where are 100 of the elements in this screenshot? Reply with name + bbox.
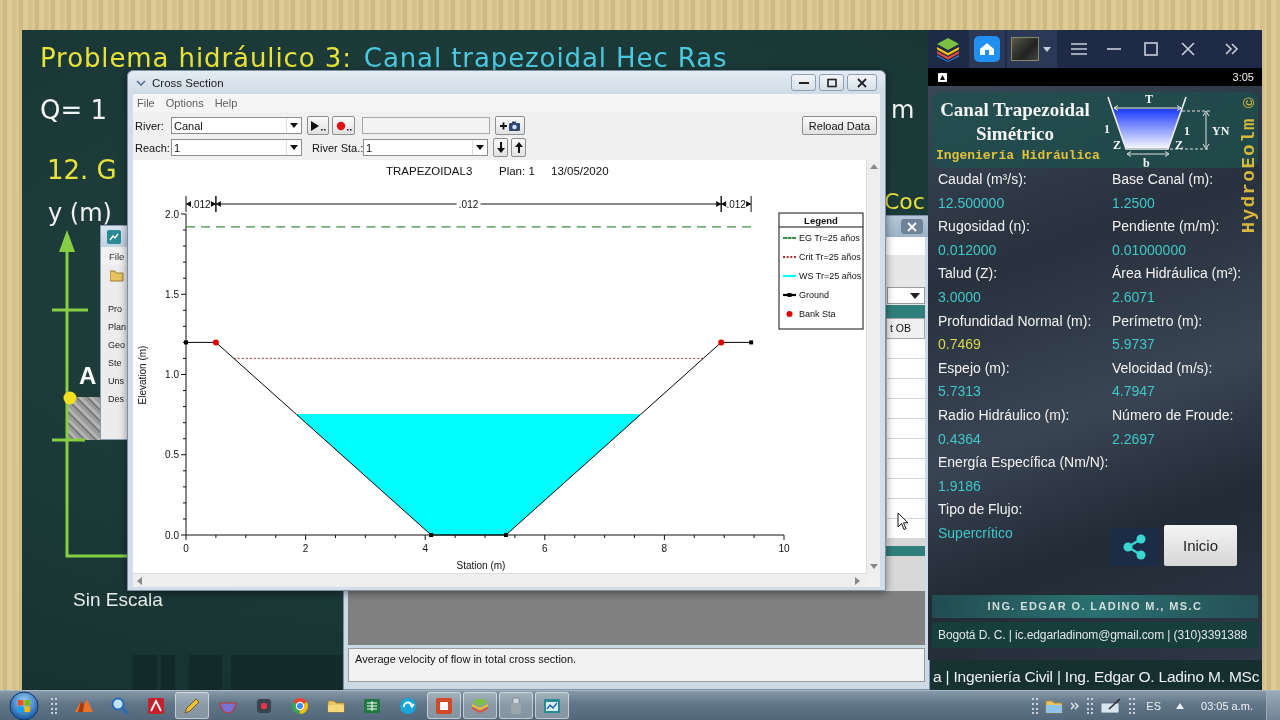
slide-title-lead: Problema hidráulico 3: bbox=[40, 42, 352, 74]
double-chevron-icon[interactable] bbox=[1070, 701, 1081, 710]
axis-label: y (m) bbox=[48, 198, 112, 228]
field-value: 0.01000000 bbox=[1112, 240, 1186, 260]
slide-text: Coc bbox=[884, 188, 925, 216]
plan-label: Plan: 1 bbox=[499, 165, 535, 177]
table-cell bbox=[886, 379, 925, 399]
field-label: Talud (Z): bbox=[938, 264, 998, 284]
legend-label: Crit Tr=25 años bbox=[799, 252, 861, 263]
brand-name: HydroEolm bbox=[1238, 117, 1260, 234]
copyright-mark: © bbox=[1240, 94, 1258, 111]
decor-bar bbox=[189, 655, 222, 690]
taskbar-button[interactable] bbox=[463, 692, 497, 719]
menu-item[interactable]: File bbox=[109, 250, 125, 262]
decor-bar bbox=[161, 655, 175, 690]
ground-point bbox=[749, 340, 754, 345]
chevron-icon[interactable] bbox=[136, 79, 146, 86]
dropdown-arrow-icon bbox=[910, 292, 920, 299]
taskbar-button[interactable] bbox=[427, 692, 461, 719]
horizontal-scrollbar[interactable] bbox=[133, 573, 866, 587]
app-tab[interactable] bbox=[1007, 30, 1057, 68]
close-icon bbox=[907, 221, 917, 232]
previous-station-button[interactable] bbox=[511, 138, 526, 157]
table-cell bbox=[886, 359, 925, 379]
river-station-dropdown[interactable]: 1 bbox=[363, 139, 488, 156]
legend-line-icon bbox=[783, 236, 796, 240]
field-label: Rugosidad (n): bbox=[938, 217, 1030, 237]
scroll-right-icon[interactable] bbox=[855, 576, 860, 585]
status-text: Average velocity of flow in total cross section. bbox=[355, 653, 577, 665]
table-cell bbox=[886, 419, 925, 439]
magnifier-icon bbox=[110, 695, 130, 716]
legend-label: EG Tr=25 años bbox=[799, 233, 860, 244]
scroll-left-icon[interactable] bbox=[137, 576, 142, 585]
text-field[interactable] bbox=[362, 117, 490, 134]
field-label: Profundidad Normal (m): bbox=[938, 311, 1092, 331]
field-value: 0.4364 bbox=[938, 429, 981, 449]
taskbar-button[interactable] bbox=[535, 692, 569, 719]
play-button[interactable] bbox=[307, 116, 329, 135]
dropdown-arrow-icon bbox=[476, 145, 484, 150]
author-name: ING. EDGAR O. LADINO M., MS.C bbox=[987, 600, 1203, 612]
home-button[interactable]: Inicio bbox=[1164, 525, 1237, 567]
date-label: 13/05/2020 bbox=[551, 165, 609, 177]
house-icon bbox=[974, 36, 1000, 62]
legend-title: Legend bbox=[804, 214, 838, 226]
field-label: Reach: bbox=[135, 141, 171, 154]
axis-tick-label: 6 bbox=[542, 543, 548, 554]
menu-item[interactable]: File bbox=[137, 97, 155, 109]
axis-tick-label: 0.0 bbox=[165, 529, 179, 541]
scroll-up-icon[interactable] bbox=[869, 164, 878, 169]
scale-note: Sin Escala bbox=[73, 588, 163, 612]
legend-line-icon bbox=[783, 293, 796, 297]
scroll-down-icon[interactable] bbox=[869, 564, 878, 569]
axis-tick-label: 0 bbox=[183, 543, 189, 554]
close-button[interactable] bbox=[847, 74, 877, 91]
field-label: Pendiente (m/m): bbox=[1112, 217, 1220, 237]
add-image-button[interactable] bbox=[495, 116, 525, 135]
menu-item[interactable]: Help bbox=[214, 97, 238, 109]
field-label: Energía Específica (Nm/N): bbox=[938, 453, 1109, 473]
axis-tick-label: 1.0 bbox=[165, 369, 179, 380]
table-cell bbox=[886, 339, 925, 359]
folder-icon[interactable] bbox=[110, 270, 124, 282]
up-triangle-icon[interactable] bbox=[1176, 702, 1184, 709]
menu-item[interactable]: Options bbox=[165, 97, 204, 109]
dropdown[interactable] bbox=[887, 287, 925, 304]
share-button[interactable] bbox=[1110, 528, 1159, 567]
clock[interactable]: 03:05 a.m. bbox=[1201, 699, 1253, 712]
status-time: 3:05 bbox=[1232, 71, 1254, 83]
next-station-button[interactable] bbox=[493, 138, 508, 157]
ground-point bbox=[503, 533, 508, 537]
diagram-label: b bbox=[1143, 156, 1150, 169]
pen-tablet-icon[interactable] bbox=[1100, 697, 1123, 714]
bank-station-point bbox=[718, 339, 725, 346]
orb-icon bbox=[9, 690, 39, 720]
maximize-button[interactable] bbox=[819, 74, 844, 91]
record-button[interactable] bbox=[332, 116, 355, 135]
reach-dropdown[interactable]: 1 bbox=[171, 139, 302, 156]
diagram-label: T bbox=[1145, 92, 1153, 106]
taskbar-button[interactable] bbox=[175, 692, 209, 719]
tick-mark bbox=[52, 438, 85, 442]
field-label: Radio Hidráulico (m): bbox=[938, 405, 1070, 425]
window-label: Uns bbox=[108, 375, 124, 388]
reload-data-button[interactable]: Reload Data bbox=[801, 116, 877, 135]
axis-tick-label: 4 bbox=[422, 543, 428, 554]
notification-icon bbox=[938, 72, 947, 82]
start-button[interactable] bbox=[9, 690, 39, 720]
folder-icon[interactable] bbox=[1045, 697, 1064, 714]
slide-text: m bbox=[891, 95, 915, 125]
marker-dot-icon bbox=[63, 391, 77, 405]
x-axis-title: Station (m) bbox=[456, 560, 506, 571]
river-dropdown[interactable]: Canal bbox=[171, 117, 302, 134]
legend-label: Ground bbox=[799, 290, 830, 301]
app-thumbnail bbox=[1011, 37, 1039, 61]
home-tab[interactable] bbox=[969, 30, 1005, 68]
field-label: Área Hidráulica (m²): bbox=[1112, 264, 1242, 284]
language-indicator[interactable]: ES bbox=[1146, 699, 1161, 712]
table-cell bbox=[886, 439, 925, 459]
grip-icon bbox=[1032, 697, 1039, 714]
field-value: 0.7469 bbox=[938, 335, 981, 355]
minimize-button[interactable] bbox=[791, 74, 816, 91]
diagram-label: 1 bbox=[1184, 124, 1190, 138]
